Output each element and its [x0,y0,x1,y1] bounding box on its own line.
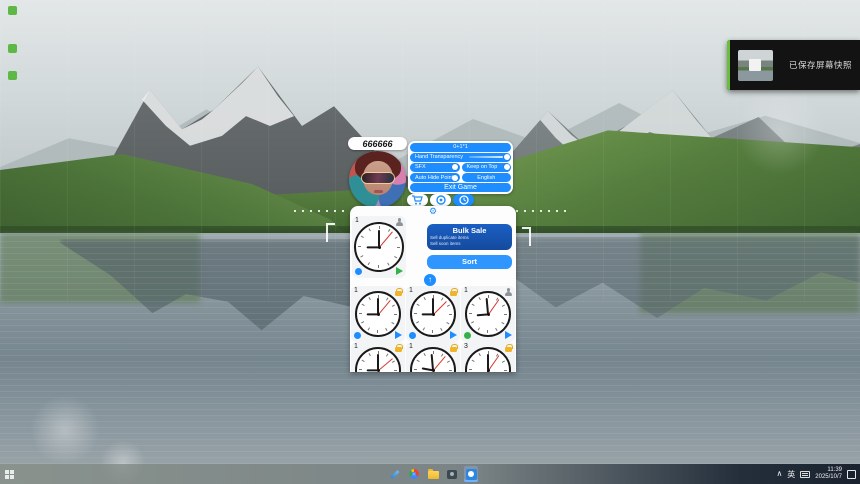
play-icon[interactable] [396,267,403,275]
taskbar-clock[interactable]: 11:39 2025/10/7 [815,467,842,482]
pen-icon [390,469,399,478]
taskbar-apps [388,464,478,484]
tab-bar [407,194,474,206]
system-tray: ∧ 英 11:39 2025/10/7 [776,464,856,484]
taskbar-capture-app[interactable] [445,466,459,482]
clock-item[interactable]: 1 [351,342,405,372]
green-marker [8,71,17,80]
clock-item[interactable]: 1 [406,342,460,372]
clock-face [354,222,404,272]
clock-app-icon [466,469,477,480]
score-formula-button[interactable]: 0+1*1 [410,143,511,152]
notification-text: 已保存屏幕快照 [789,59,852,71]
ime-indicator[interactable]: 英 [787,469,795,480]
taskbar: ∧ 英 11:39 2025/10/7 [0,464,860,484]
taskbar-chrome[interactable] [407,466,421,482]
action-center-icon[interactable] [847,470,856,479]
exit-game-button[interactable]: Exit Game [410,183,511,192]
clock-icon [459,195,469,205]
tab-shop[interactable] [407,194,428,206]
clock-item[interactable]: 1 [406,286,460,342]
desktop: 666666 0+1*1 Hand Transparency SFX Keep … [0,0,860,484]
folder-icon [428,471,439,479]
keep-on-top-toggle[interactable]: Keep on Top [462,163,512,172]
start-button[interactable] [5,470,14,479]
taskbar-clock-game-active[interactable] [464,466,478,482]
tab-clocks[interactable] [453,194,474,206]
player-name[interactable]: 666666 [348,137,407,150]
gear-circle-icon [436,195,446,205]
hand-transparency-slider[interactable]: Hand Transparency [410,153,511,162]
screenshot-thumbnail [738,50,773,81]
collapse-up-icon[interactable]: ↑ [424,274,436,286]
clock-count: 1 [355,217,359,224]
language-select[interactable]: English [462,173,512,182]
clocks-panel: ⚙ 1 Bulk Sale Sell duplicate items Sell … [350,206,516,372]
settings-panel: 0+1*1 Hand Transparency SFX Keep on Top … [408,141,513,194]
sale-actions: Bulk Sale Sell duplicate items Sell soon… [427,224,512,269]
play-icon[interactable] [395,331,402,339]
camera-icon [447,470,457,479]
screenshot-notification[interactable]: 已保存屏幕快照 [727,40,860,90]
cart-icon [412,195,423,205]
clock-face [355,347,401,372]
select-dot[interactable] [409,332,416,339]
play-icon[interactable] [505,331,512,339]
play-icon[interactable] [450,331,457,339]
auto-hide-points-toggle[interactable]: Auto Hide Points [410,173,460,182]
corner-bracket-left [326,223,335,242]
taskbar-file-explorer[interactable] [426,466,440,482]
sfx-toggle[interactable]: SFX [410,163,460,172]
clock-item[interactable]: 1 [351,286,405,342]
clock-face [410,347,456,372]
clock-item[interactable]: 1 [352,216,406,278]
tick-guides-right [516,210,572,212]
avatar[interactable] [349,151,406,208]
select-dot[interactable] [354,332,361,339]
chrome-icon [409,469,419,479]
select-dot[interactable] [464,332,471,339]
green-marker [8,44,17,53]
slider-knob[interactable] [504,154,510,160]
bulk-sale-button[interactable]: Bulk Sale Sell duplicate items Sell soon… [427,224,512,250]
clock-item[interactable]: 1 [461,286,515,342]
tab-settings[interactable] [430,194,451,206]
select-dot[interactable] [355,268,362,275]
keyboard-icon[interactable] [800,471,810,478]
tray-chevron-icon[interactable]: ∧ [776,470,782,478]
sunglasses [362,173,394,183]
tick-guides-left [294,210,350,212]
clock-face [465,347,511,372]
taskbar-pen-app[interactable] [388,466,402,482]
taskbar-date: 2025/10/7 [815,474,842,482]
sort-button[interactable]: Sort [427,255,512,269]
taskbar-time: 11:39 [815,467,842,475]
green-marker [8,6,17,15]
clock-item[interactable]: 3 [461,342,515,372]
notification-accent [727,40,730,90]
corner-bracket-right [522,227,531,246]
